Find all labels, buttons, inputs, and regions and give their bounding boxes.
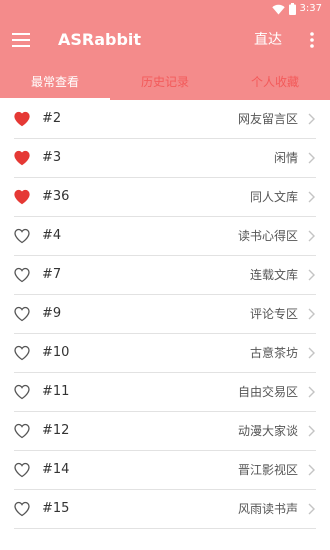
forum-name: 同人文库 [249,190,298,204]
forum-number: #10 [42,345,70,360]
forum-name: 网友留言区 [237,112,298,126]
tab-favorites[interactable]: 个人收藏 [220,62,330,100]
forum-name: 闲情 [273,151,298,165]
chevron-right-icon [308,464,315,476]
app-title: ASRabbit [58,30,142,49]
forum-name: 连载文库 [249,268,298,282]
heart-filled-icon[interactable] [14,189,30,205]
list-item[interactable]: #9 评论专区 [14,295,316,334]
jump-button[interactable]: 直达 [254,30,282,50]
chevron-right-icon [308,191,315,203]
heart-outline-icon[interactable] [14,228,30,244]
list-item[interactable]: #7 连载文库 [14,256,316,295]
chevron-right-icon [308,425,315,437]
tab-history[interactable]: 历史记录 [110,62,220,100]
hamburger-menu-icon [12,33,30,47]
wifi-icon [271,4,285,14]
heart-filled-icon[interactable] [14,150,30,166]
heart-outline-icon[interactable] [14,306,30,322]
list-item[interactable]: #10 古意茶坊 [14,334,316,373]
chevron-right-icon [308,230,315,242]
app-bar: ASRabbit 直达 [0,18,330,62]
forum-number: #9 [42,306,62,321]
status-icons: 3:37 [271,2,322,16]
list-item[interactable]: #3 闲情 [14,139,316,178]
forum-number: #11 [42,384,70,399]
chevron-right-icon [308,269,315,281]
forum-name: 晋江影视区 [237,463,298,477]
chevron-right-icon [308,386,315,398]
status-time: 3:37 [299,3,322,14]
heart-outline-icon[interactable] [14,501,30,517]
heart-outline-icon[interactable] [14,462,30,478]
forum-number: #12 [42,423,70,438]
forum-number: #3 [42,150,62,165]
forum-number: #15 [42,501,70,516]
forum-name: 自由交易区 [237,385,298,399]
battery-icon [288,3,296,15]
forum-number: #7 [42,267,62,282]
chevron-right-icon [308,113,315,125]
list-item[interactable]: #2 网友留言区 [14,100,316,139]
status-bar: 3:37 [0,0,330,18]
heart-outline-icon[interactable] [14,384,30,400]
menu-button[interactable] [10,29,32,51]
chevron-right-icon [308,308,315,320]
forum-name: 古意茶坊 [249,346,298,360]
heart-outline-icon[interactable] [14,423,30,439]
forum-number: #2 [42,111,62,126]
more-options-button[interactable] [302,29,322,51]
forum-list: #2 网友留言区 #3 闲情 #36 同人文库 #4 读书心得区 #7 连载文库 #9 评论专区 #10… [0,100,330,529]
list-item[interactable]: #12 动漫大家谈 [14,412,316,451]
heart-outline-icon[interactable] [14,267,30,283]
forum-number: #4 [42,228,62,243]
forum-name: 读书心得区 [237,229,298,243]
forum-name: 评论专区 [249,307,298,321]
list-item[interactable]: #11 自由交易区 [14,373,316,412]
forum-number: #14 [42,462,70,477]
heart-filled-icon[interactable] [14,111,30,127]
list-item[interactable]: #14 晋江影视区 [14,451,316,490]
forum-number: #36 [42,189,70,204]
more-vert-icon [310,32,314,48]
chevron-right-icon [308,152,315,164]
chevron-right-icon [308,503,315,515]
tab-most-viewed[interactable]: 最常查看 [0,62,110,100]
list-item[interactable]: #15 风雨读书声 [14,490,316,529]
heart-outline-icon[interactable] [14,345,30,361]
list-item[interactable]: #36 同人文库 [14,178,316,217]
forum-name: 动漫大家谈 [237,424,298,438]
forum-name: 风雨读书声 [237,502,298,516]
list-item[interactable]: #4 读书心得区 [14,217,316,256]
chevron-right-icon [308,347,315,359]
tab-bar: 最常查看 历史记录 个人收藏 [0,62,330,100]
